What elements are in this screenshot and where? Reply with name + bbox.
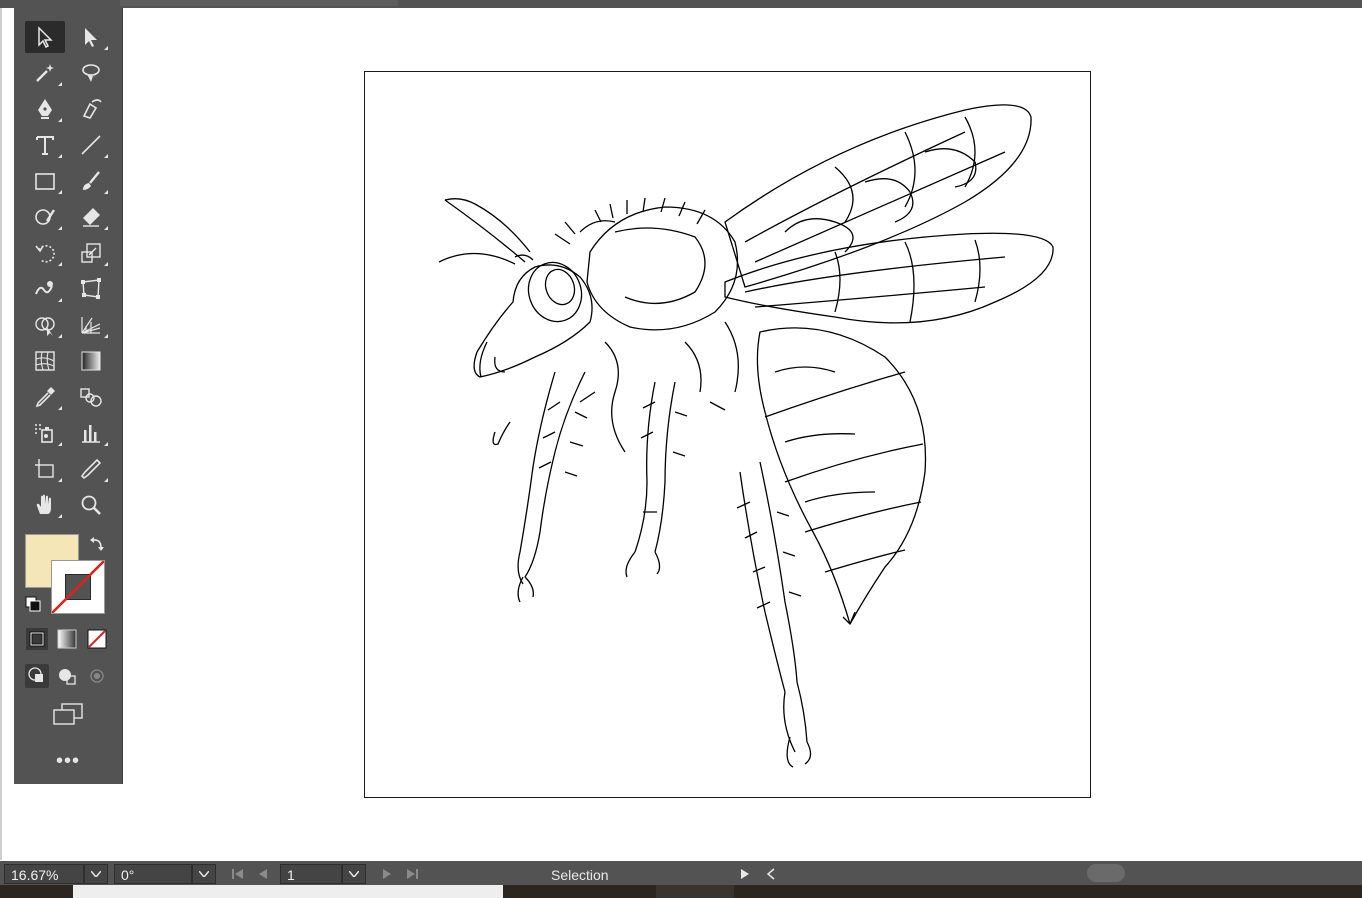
os-taskbar bbox=[0, 885, 1362, 898]
blend-tool-icon[interactable] bbox=[71, 381, 111, 413]
free-transform-tool-icon[interactable] bbox=[71, 273, 111, 305]
rotation-dropdown[interactable] bbox=[192, 864, 216, 884]
artboard[interactable] bbox=[364, 71, 1091, 798]
shape-builder-tool-icon[interactable] bbox=[25, 309, 65, 341]
status-menu-icon[interactable] bbox=[738, 867, 752, 881]
warp-tool-icon[interactable] bbox=[25, 273, 65, 305]
status-bar: 16.67% 0° 1 Selection bbox=[0, 861, 1362, 885]
zoom-tool-icon[interactable] bbox=[71, 489, 111, 521]
rotation-field[interactable]: 0° bbox=[114, 864, 192, 884]
scale-tool-icon[interactable] bbox=[71, 237, 111, 269]
eraser-tool-icon[interactable] bbox=[71, 201, 111, 233]
none-mode-icon[interactable] bbox=[86, 628, 108, 650]
draw-inside-icon[interactable] bbox=[85, 664, 109, 688]
rectangle-tool-icon[interactable] bbox=[25, 165, 65, 197]
screen-mode-icon[interactable] bbox=[52, 702, 84, 726]
title-bar bbox=[0, 0, 1362, 8]
lasso-tool-icon[interactable] bbox=[71, 57, 111, 89]
document-tab-strip bbox=[120, 0, 398, 6]
taskbar-search-box[interactable] bbox=[73, 885, 503, 898]
draw-behind-icon[interactable] bbox=[55, 664, 79, 688]
selection-tool-icon[interactable] bbox=[25, 21, 65, 53]
paintbrush-tool-icon[interactable] bbox=[71, 165, 111, 197]
artboard-tool-icon[interactable] bbox=[25, 453, 65, 485]
hand-tool-icon[interactable] bbox=[25, 489, 65, 521]
edit-toolbar-button[interactable]: ••• bbox=[54, 751, 82, 771]
tools-panel: ••• bbox=[14, 8, 123, 784]
gradient-tool-icon[interactable] bbox=[71, 345, 111, 377]
type-tool-icon[interactable] bbox=[25, 129, 65, 161]
zoom-field[interactable]: 16.67% bbox=[4, 864, 84, 884]
chevron-down-icon bbox=[349, 871, 359, 877]
gradient-mode-icon[interactable] bbox=[56, 628, 78, 650]
rotate-tool-icon[interactable] bbox=[25, 237, 65, 269]
artboard-dropdown[interactable] bbox=[342, 864, 366, 884]
symbol-sprayer-tool-icon[interactable] bbox=[25, 417, 65, 449]
direct-selection-tool-icon[interactable] bbox=[71, 21, 111, 53]
window-edge bbox=[0, 8, 2, 860]
artboard-number-field[interactable]: 1 bbox=[280, 864, 342, 884]
color-mode-icon[interactable] bbox=[26, 628, 48, 650]
last-artboard-icon[interactable] bbox=[405, 867, 419, 881]
pen-tool-icon[interactable] bbox=[25, 93, 65, 125]
draw-normal-icon[interactable] bbox=[25, 664, 49, 688]
line-segment-tool-icon[interactable] bbox=[71, 129, 111, 161]
bee-line-art bbox=[438, 104, 1054, 768]
next-artboard-icon[interactable] bbox=[380, 867, 394, 881]
perspective-grid-tool-icon[interactable] bbox=[71, 309, 111, 341]
taskbar-app-button[interactable] bbox=[656, 885, 734, 898]
zoom-dropdown[interactable] bbox=[84, 864, 108, 884]
curvature-tool-icon[interactable] bbox=[71, 93, 111, 125]
scroll-left-icon[interactable] bbox=[764, 867, 778, 881]
stroke-swatch[interactable] bbox=[51, 560, 105, 614]
horizontal-scrollbar-thumb[interactable] bbox=[1087, 864, 1125, 882]
magic-wand-tool-icon[interactable] bbox=[25, 57, 65, 89]
shaper-tool-icon[interactable] bbox=[25, 201, 65, 233]
slice-tool-icon[interactable] bbox=[71, 453, 111, 485]
mesh-tool-icon[interactable] bbox=[25, 345, 65, 377]
default-fill-stroke-icon[interactable] bbox=[24, 595, 42, 613]
column-graph-tool-icon[interactable] bbox=[71, 417, 111, 449]
previous-artboard-icon[interactable] bbox=[256, 867, 270, 881]
eyedropper-tool-icon[interactable] bbox=[25, 381, 65, 413]
status-label: Selection bbox=[551, 867, 609, 883]
first-artboard-icon[interactable] bbox=[231, 867, 245, 881]
swap-fill-stroke-icon[interactable] bbox=[89, 535, 107, 553]
chevron-down-icon bbox=[199, 871, 209, 877]
chevron-down-icon bbox=[91, 871, 101, 877]
panel-grip[interactable] bbox=[14, 8, 122, 18]
